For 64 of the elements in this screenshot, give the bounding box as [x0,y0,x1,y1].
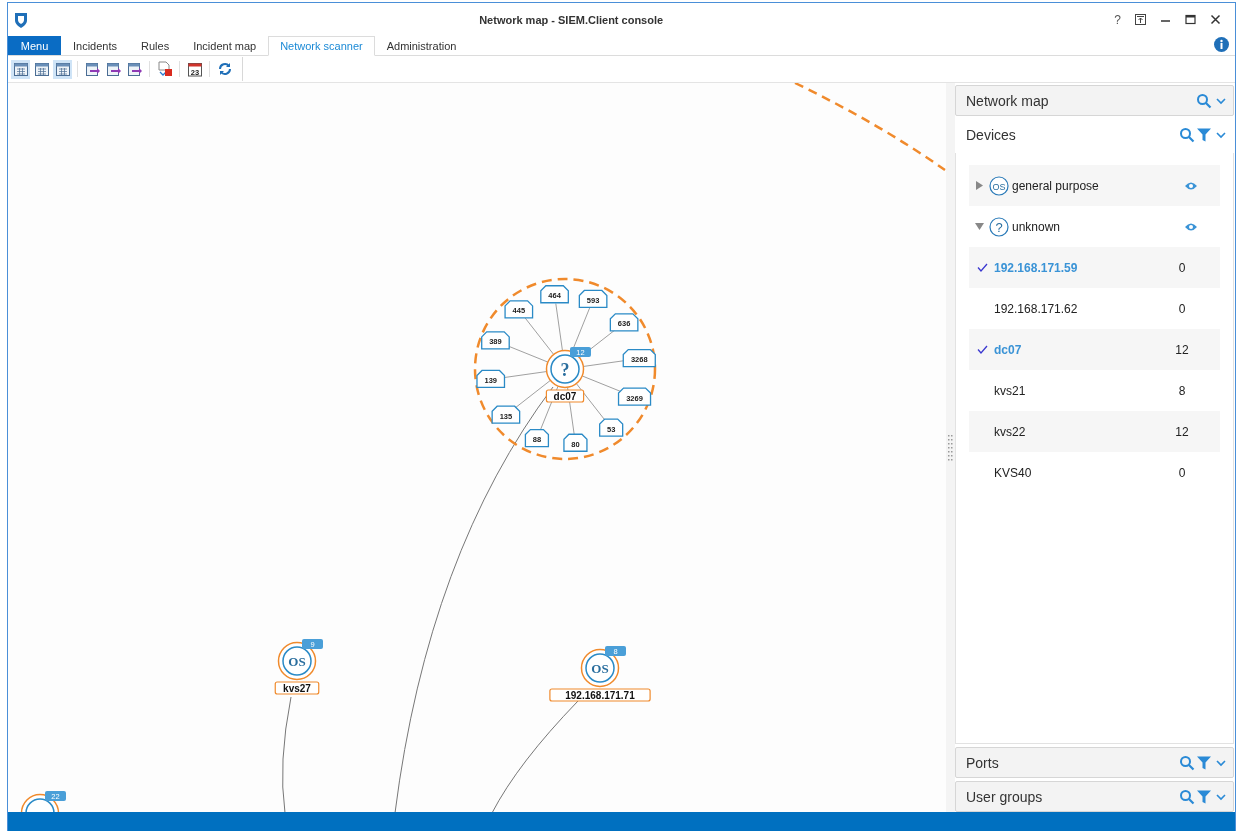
eye-icon[interactable] [1184,221,1198,232]
node-label: kvs27 [274,681,320,695]
tab[interactable]: Network scanner [268,36,375,56]
filter-icon[interactable] [1196,126,1212,143]
window-title: Network map - SIEM.Client console [478,13,665,26]
device-row[interactable]: KVS40 0 [969,452,1220,493]
category-icon: ? [989,216,1009,237]
menu-button[interactable]: Menu [8,36,61,55]
node-label: 192.168.171.71 [549,688,651,702]
panel-title: Ports [966,754,1000,771]
caret-down-icon[interactable] [975,222,984,231]
info-icon[interactable] [1214,37,1229,52]
search-icon[interactable] [1179,788,1195,805]
group-label: unknown [1012,219,1062,234]
caret-right-icon[interactable] [975,181,984,190]
category-icon: OS [989,175,1009,196]
device-count: 8 [1177,383,1187,398]
panel-title: User groups [966,788,1044,805]
help-button[interactable]: ? [1114,12,1121,27]
device-count: 0 [1177,260,1187,275]
device-name: kvs22 [994,424,1027,439]
toolbar-button[interactable] [155,59,174,79]
node-label: dc07 [545,389,585,403]
device-row[interactable]: dc07 12 [969,329,1220,370]
panel-header[interactable]: User groups [955,781,1234,812]
search-icon[interactable] [1196,92,1212,109]
close-icon[interactable] [1210,14,1221,25]
filter-icon[interactable] [1196,754,1212,771]
tab[interactable]: Rules [129,36,182,55]
device-name: KVS40 [994,465,1033,480]
device-row[interactable]: 192.168.171.62 0 [969,288,1220,329]
resize-handle[interactable] [948,434,953,461]
pin-window-icon[interactable] [1135,14,1146,25]
device-count: 12 [1174,342,1190,357]
device-row[interactable]: 192.168.171.59 0 [969,247,1220,288]
search-icon[interactable] [1179,126,1195,143]
device-name: 192.168.171.62 [994,301,1079,316]
shield-logo-icon [14,11,28,28]
tree-row[interactable]: OS general purpose [969,165,1220,206]
maximize-icon[interactable] [1185,14,1196,25]
tab[interactable]: Incident map [181,36,269,55]
check-icon [977,345,988,354]
device-row[interactable]: kvs21 8 [969,370,1220,411]
device-name: 192.168.171.59 [994,260,1079,275]
device-row[interactable]: kvs22 12 [969,411,1220,452]
device-count: 12 [1174,424,1190,439]
filter-icon[interactable] [1196,788,1212,805]
device-count: 0 [1177,465,1187,480]
device-name: dc07 [994,342,1023,357]
panel-header[interactable]: Network map [955,85,1234,116]
toolbar-button[interactable] [11,59,30,79]
tree-row[interactable]: ? unknown [969,206,1220,247]
panel-header[interactable]: Ports [955,747,1234,778]
toolbar-button[interactable] [53,59,72,79]
device-name: kvs21 [994,383,1027,398]
device-count: 0 [1177,301,1187,316]
tab[interactable]: Incidents [61,36,130,55]
group-label: general purpose [1012,178,1100,193]
check-icon [977,263,988,272]
search-icon[interactable] [1179,754,1195,771]
tab[interactable]: Administration [374,36,469,55]
eye-icon[interactable] [1184,180,1198,191]
panel-title: Devices [966,126,1017,143]
panel-title: Network map [966,92,1050,109]
